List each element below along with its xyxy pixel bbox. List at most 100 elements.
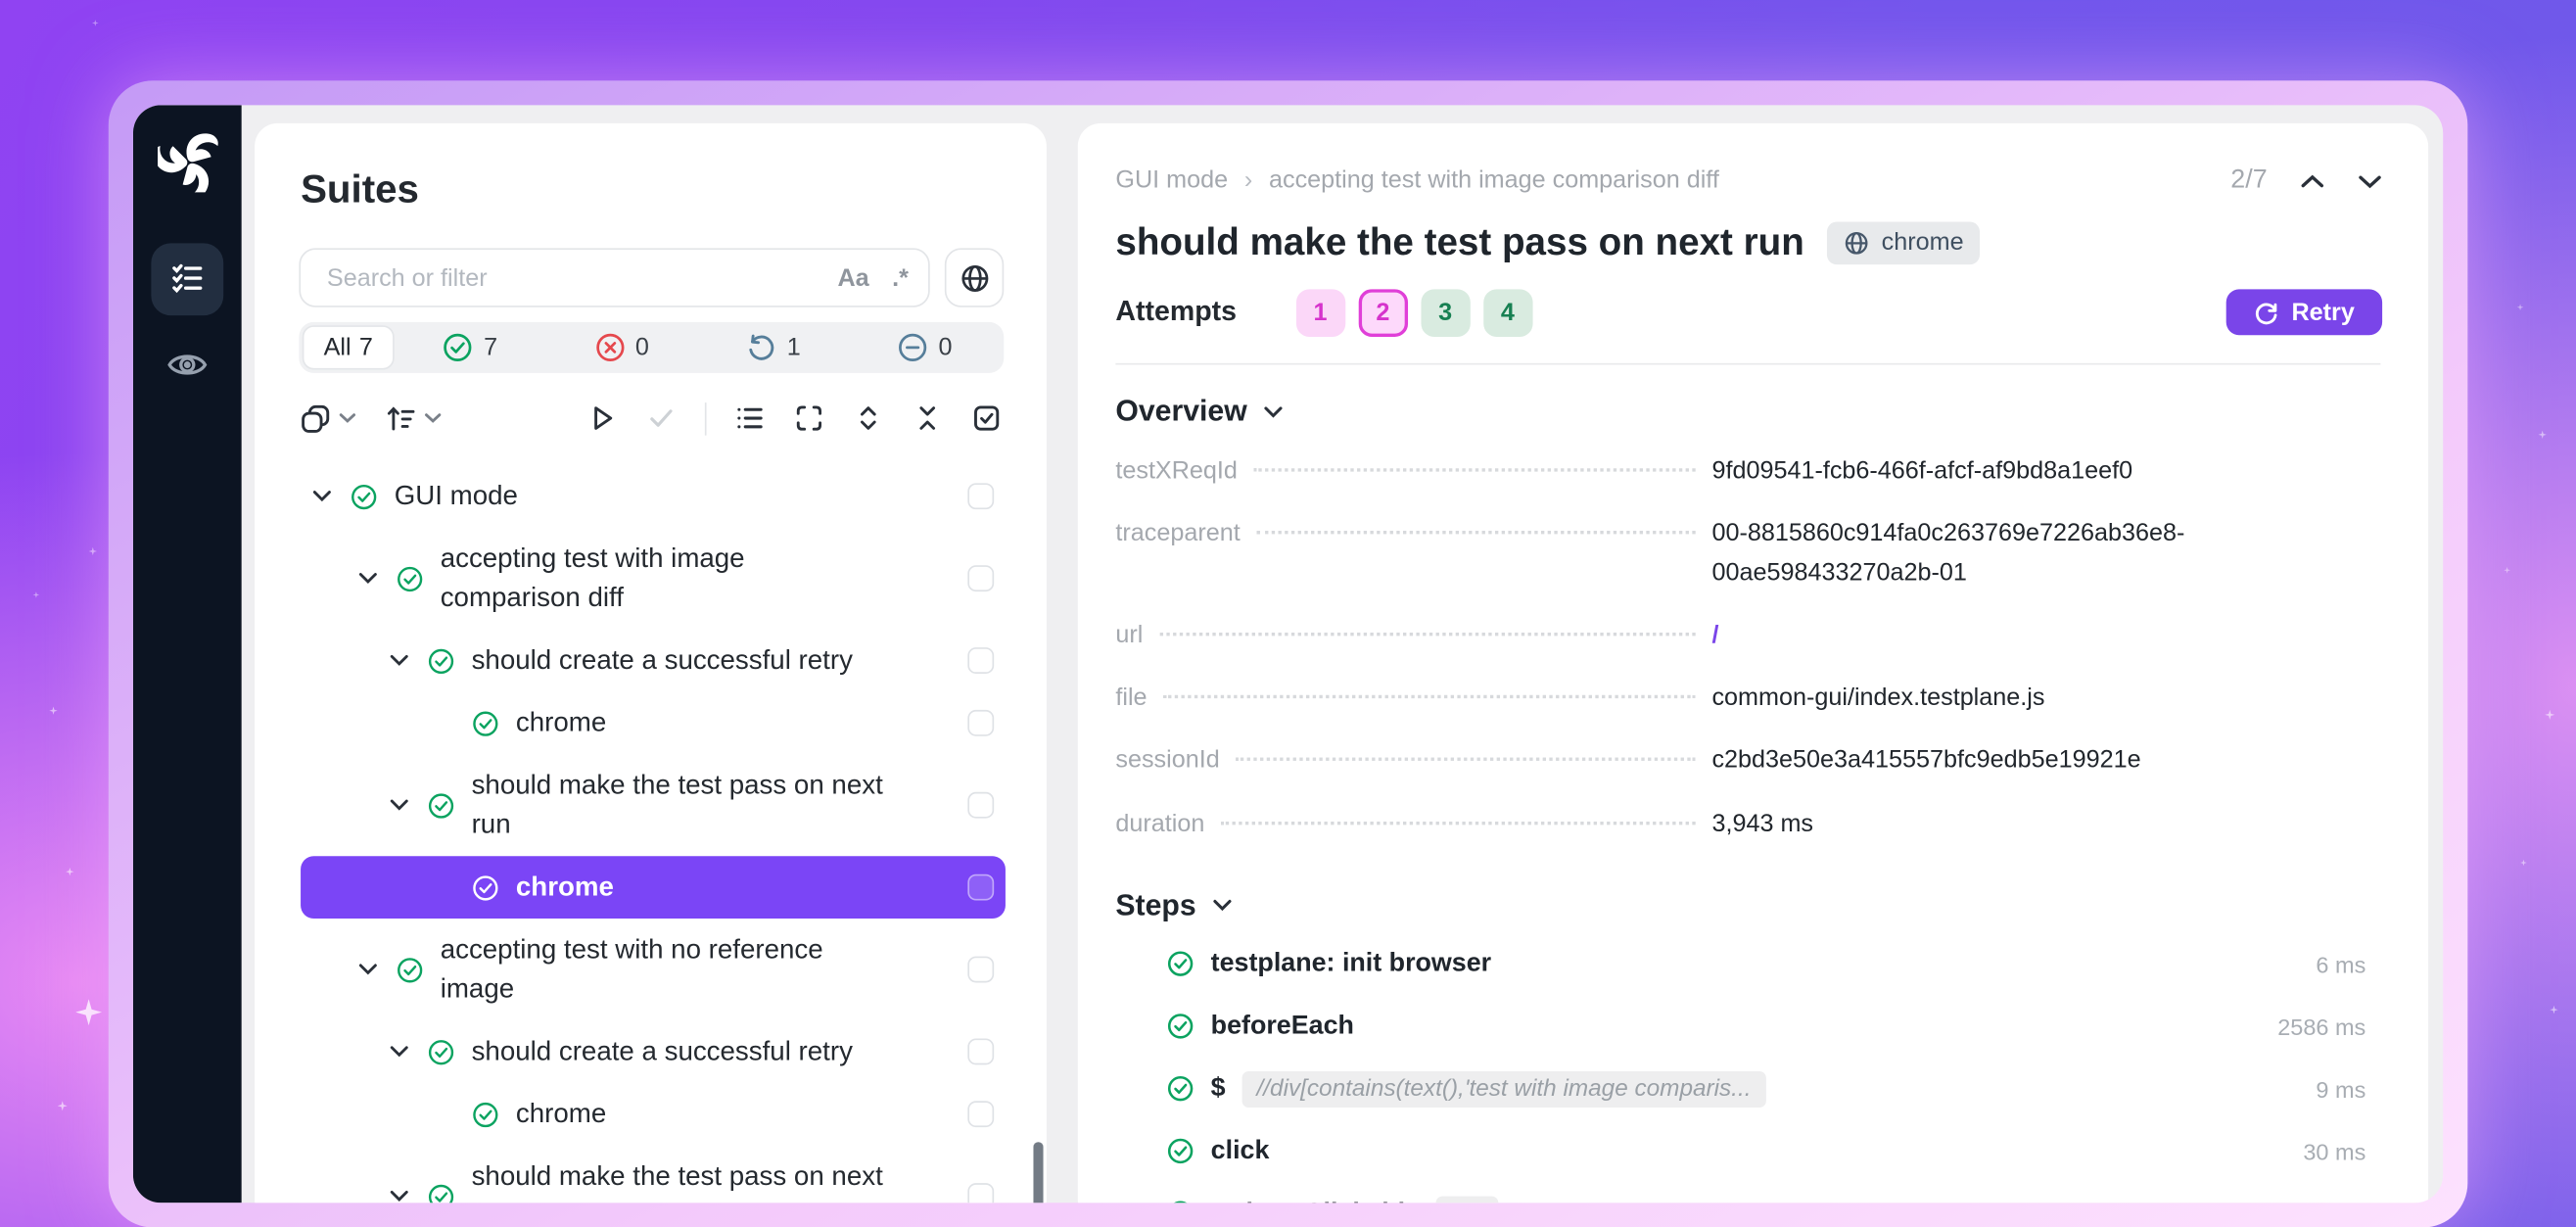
tree-row-checkbox[interactable] bbox=[967, 874, 994, 901]
tree-scrollbar-thumb[interactable] bbox=[1033, 1142, 1043, 1203]
test-pager: 2/7 bbox=[2230, 165, 2382, 195]
tree-row-suite[interactable]: accepting test with no reference image bbox=[301, 919, 1006, 1020]
group-by-dropdown[interactable] bbox=[299, 401, 356, 435]
select-all-button[interactable] bbox=[971, 402, 1003, 434]
chevron-down-icon[interactable] bbox=[390, 1190, 409, 1203]
sparkle bbox=[2539, 431, 2547, 439]
chevron-down-icon[interactable] bbox=[2358, 173, 2382, 188]
step-duration: 9 ms bbox=[2316, 1076, 2365, 1103]
chevron-down-icon[interactable] bbox=[358, 572, 378, 585]
tree-row-checkbox[interactable] bbox=[967, 792, 994, 819]
sparkle bbox=[2550, 1006, 2557, 1014]
tree-row-browser[interactable]: chrome bbox=[301, 1083, 1006, 1146]
step-duration: 6 ms bbox=[2316, 951, 2365, 977]
tree-row-browser[interactable]: chrome bbox=[301, 691, 1006, 754]
check-circle-icon bbox=[1166, 1075, 1194, 1104]
tree-row-label: chrome bbox=[516, 703, 606, 742]
filter-skipped[interactable]: 0 bbox=[849, 332, 1001, 363]
chevron-down-icon[interactable] bbox=[358, 963, 378, 975]
tree-row-checkbox[interactable] bbox=[967, 710, 994, 736]
browser-filter-button[interactable] bbox=[945, 248, 1004, 307]
overview-section-header[interactable]: Overview bbox=[1115, 395, 2428, 429]
eye-icon bbox=[165, 344, 209, 387]
overview-row: testXReqId9fd09541-fcb6-466f-afcf-af9bd8… bbox=[1115, 451, 2378, 490]
tree-row-checkbox[interactable] bbox=[967, 1183, 994, 1203]
sparkle bbox=[75, 999, 102, 1025]
check-circle-icon bbox=[472, 1100, 500, 1128]
focus-selection-button[interactable] bbox=[793, 402, 824, 434]
tree-row-checkbox[interactable] bbox=[967, 565, 994, 591]
steps-section-header[interactable]: Steps bbox=[1115, 888, 2428, 922]
breadcrumb-separator: › bbox=[1244, 165, 1252, 194]
tree-row-checkbox[interactable] bbox=[967, 957, 994, 983]
tree-row-suite[interactable]: GUI mode bbox=[301, 465, 1006, 528]
collapse-all-button[interactable] bbox=[912, 402, 943, 434]
check-circle-icon bbox=[472, 709, 500, 737]
tree-row-test[interactable]: should make the test pass on next run bbox=[301, 1146, 1006, 1203]
chevron-down-icon[interactable] bbox=[390, 799, 409, 812]
filter-passed[interactable]: 7 bbox=[395, 332, 546, 363]
tree-row-browser-selected[interactable]: chrome bbox=[301, 856, 1006, 919]
run-tests-button[interactable] bbox=[586, 402, 618, 434]
step-row[interactable]: click 30 ms bbox=[1078, 1120, 2428, 1183]
suites-tree: GUI mode accepting test with image compa… bbox=[255, 465, 1047, 1203]
tree-row-checkbox[interactable] bbox=[967, 483, 994, 509]
step-label: testplane: init browser bbox=[1211, 949, 1491, 978]
attempt-4[interactable]: 4 bbox=[1483, 288, 1532, 336]
search-input[interactable] bbox=[324, 262, 815, 294]
check-circle-icon bbox=[427, 646, 455, 675]
step-row[interactable]: $ //div[contains(text(),'test with image… bbox=[1078, 1058, 2428, 1120]
tree-row-checkbox[interactable] bbox=[967, 1038, 994, 1064]
refresh-icon bbox=[2254, 300, 2278, 324]
retry-button[interactable]: Retry bbox=[2226, 289, 2382, 335]
suites-panel: Suites Aa .* bbox=[255, 123, 1047, 1203]
overview-row: sessionIdc2bd3e50e3a415557bfc9edb5e19921… bbox=[1115, 741, 2378, 779]
tree-row-checkbox[interactable] bbox=[967, 1101, 994, 1127]
tree-row-test[interactable]: should create a successful retry bbox=[301, 1020, 1006, 1083]
tree-row-checkbox[interactable] bbox=[967, 647, 994, 674]
list-view-button[interactable] bbox=[734, 402, 766, 434]
attempt-2-selected[interactable]: 2 bbox=[1358, 288, 1407, 336]
step-row[interactable]: beforeEach 2586 ms bbox=[1078, 995, 2428, 1058]
accept-button[interactable] bbox=[645, 402, 677, 434]
attempt-3[interactable]: 3 bbox=[1421, 288, 1470, 336]
overview-row: url/ bbox=[1115, 616, 2378, 654]
chevron-down-icon[interactable] bbox=[390, 654, 409, 667]
globe-icon bbox=[959, 262, 990, 294]
case-sensitive-toggle[interactable]: Aa bbox=[837, 263, 868, 292]
breadcrumb-current[interactable]: accepting test with image comparison dif… bbox=[1269, 165, 1719, 194]
tree-toolbar bbox=[299, 393, 1002, 444]
sparkle bbox=[2517, 304, 2524, 310]
tree-row-test[interactable]: should create a successful retry bbox=[301, 630, 1006, 692]
chevron-down-icon bbox=[424, 412, 442, 424]
sort-dropdown[interactable] bbox=[385, 401, 443, 435]
step-row[interactable]: waitForClickable obj 8 ms bbox=[1078, 1183, 2428, 1203]
expand-all-button[interactable] bbox=[853, 402, 884, 434]
attempt-1[interactable]: 1 bbox=[1295, 288, 1344, 336]
tree-row-suite[interactable]: accepting test with image comparison dif… bbox=[301, 528, 1006, 630]
sparkle bbox=[66, 868, 73, 875]
filter-all[interactable]: All 7 bbox=[303, 325, 395, 369]
overview-value-url-link[interactable]: / bbox=[1711, 616, 2378, 654]
dotted-leader bbox=[1256, 531, 1695, 534]
breadcrumb-parent[interactable]: GUI mode bbox=[1115, 165, 1228, 194]
chevron-down-icon bbox=[339, 412, 356, 424]
chevron-up-icon[interactable] bbox=[2300, 173, 2324, 188]
regex-toggle[interactable]: .* bbox=[892, 263, 909, 292]
chevron-down-icon[interactable] bbox=[390, 1045, 409, 1058]
tree-row-label: accepting test with no reference image bbox=[441, 930, 865, 1010]
overview-key: traceparent bbox=[1115, 520, 1240, 548]
filter-retried[interactable]: 1 bbox=[697, 332, 849, 363]
step-row[interactable]: testplane: init browser 6 ms bbox=[1078, 933, 2428, 996]
step-label: $ bbox=[1211, 1074, 1226, 1104]
filter-failed[interactable]: 0 bbox=[546, 332, 698, 363]
scan-icon bbox=[793, 402, 824, 434]
chevron-down-icon[interactable] bbox=[312, 490, 332, 502]
overview-value: 00-8815860c914fa0c263769e7226ab36e8-00ae… bbox=[1711, 515, 2378, 591]
search-box: Aa .* bbox=[299, 248, 929, 307]
overview-value: 9fd09541-fcb6-466f-afcf-af9bd8a1eef0 bbox=[1711, 451, 2378, 490]
sidebar-item-visual-checks[interactable] bbox=[151, 329, 223, 401]
sidebar-item-suites[interactable] bbox=[151, 243, 223, 315]
tree-row-test[interactable]: should make the test pass on next run bbox=[301, 754, 1006, 856]
tree-row-label: accepting test with image comparison dif… bbox=[441, 539, 865, 618]
